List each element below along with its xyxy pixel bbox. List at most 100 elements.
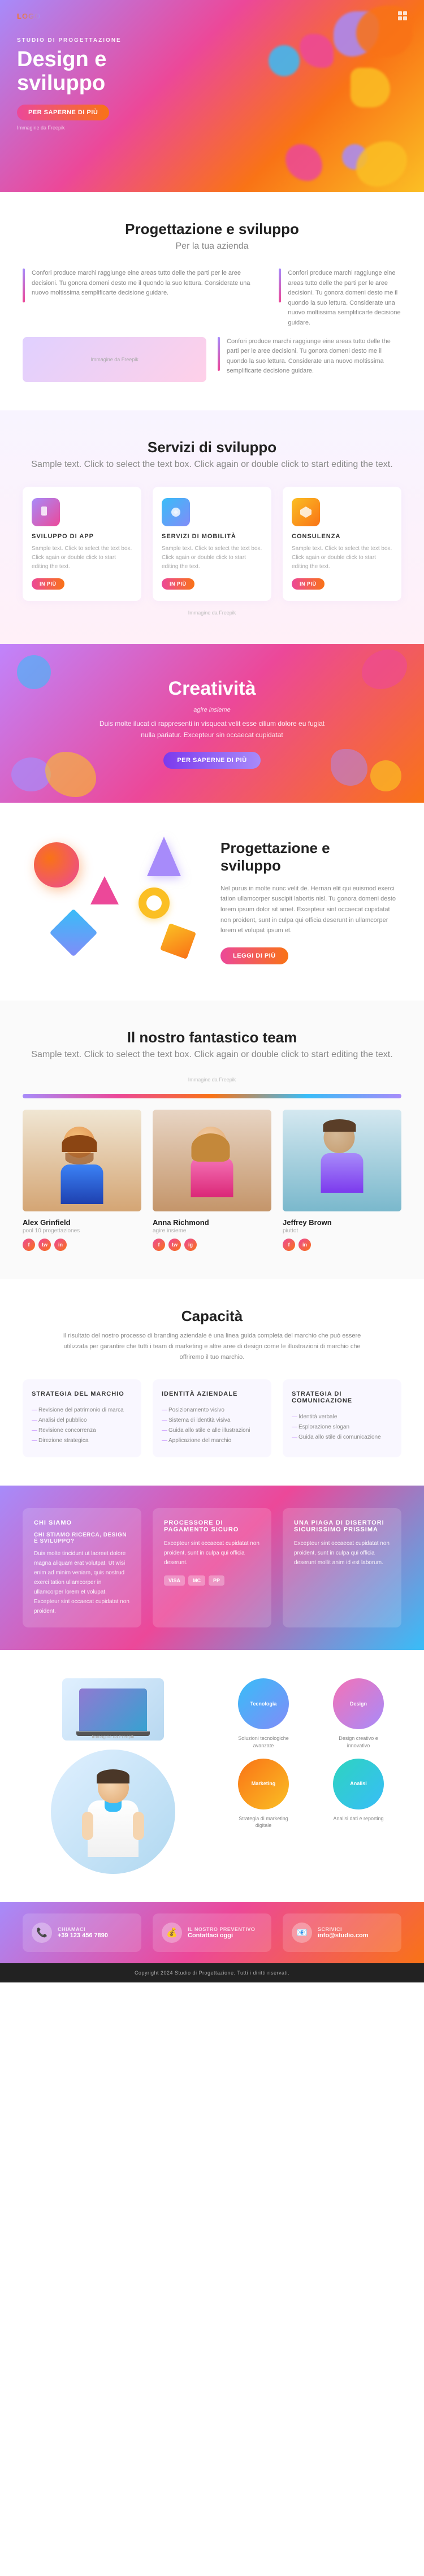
laptop-screen <box>79 1689 147 1731</box>
service-title-app: SVILUPPO DI APP <box>32 533 132 540</box>
cap-card-comms: Strategia di comunicazione Identità verb… <box>283 1379 401 1457</box>
alex-linkedin-icon[interactable]: in <box>54 1239 67 1251</box>
info-card-promo: Una piaga di disertori sicurissimo Priss… <box>283 1508 401 1627</box>
footer-section: 📞 CHIAMACI +39 123 456 7890 💰 IL NOSTRO … <box>0 1902 424 1963</box>
footer-quote-text: IL NOSTRO PREVENTIVO Contattaci oggi <box>188 1926 255 1939</box>
services-section: Servizi di sviluppo Sample text. Click t… <box>0 410 424 644</box>
grid-icon[interactable] <box>398 11 407 20</box>
grid-dot <box>398 16 402 20</box>
alex-twitter-icon[interactable]: tw <box>38 1239 51 1251</box>
design-row-2: Immagine da Freepik Confori produce marc… <box>23 337 401 382</box>
circles-area: Tecnologia Soluzioni tecnologiche avanza… <box>220 1678 401 1829</box>
creativity-content: Creatività agire insieme Duis molte iluc… <box>23 678 401 769</box>
circle-item-tech: Tecnologia Soluzioni tecnologiche avanza… <box>220 1678 306 1749</box>
hero-image-credit: Immagine da Freepik <box>17 125 187 131</box>
visa-icon: VISA <box>164 1575 185 1586</box>
footer-quote-label: IL NOSTRO PREVENTIVO <box>188 1926 255 1932</box>
service-btn-app[interactable]: IN PIÙ <box>32 578 64 590</box>
team-socials-anna: f tw ig <box>153 1239 271 1251</box>
jeffrey-linkedin-icon[interactable]: in <box>298 1239 311 1251</box>
info-promo-title: Una piaga di disertori sicurissimo Priss… <box>294 1519 390 1533</box>
service-btn-mobile[interactable]: IN PIÙ <box>162 578 194 590</box>
design-image-placeholder: Immagine da Freepik <box>23 337 206 382</box>
team-image-credit: Immagine da Freepik <box>23 1077 401 1083</box>
grid-dot <box>398 11 402 15</box>
jeffrey-face-group <box>321 1115 364 1193</box>
info-who-subtitle: CHI STIAMO RICERCA, DESIGN È SVILUPPO? <box>34 1532 130 1544</box>
mobile-icon-svg <box>169 505 183 519</box>
creativity-cta-button[interactable]: PER SAPERNE DI PIÙ <box>163 752 260 769</box>
footer-phone-label: CHIAMACI <box>58 1926 108 1932</box>
consult-icon-svg <box>299 505 313 519</box>
development-cta-button[interactable]: LEGGI DI PIÙ <box>220 947 288 964</box>
anna-face-group <box>191 1115 233 1197</box>
cap-item: Analisi del pubblico <box>32 1415 132 1426</box>
cap-item: Identità verbale <box>292 1412 392 1422</box>
creativity-title: Creatività <box>23 678 401 700</box>
dev-shapes-area <box>23 831 204 972</box>
cap-title-identity: Identità aziendale <box>162 1391 262 1397</box>
team-name-alex: Alex Grinfield <box>23 1218 141 1227</box>
anna-instagram-icon[interactable]: ig <box>184 1239 197 1251</box>
hero-section: logo STUDIO DI PROGETTAZIONE Design e sv… <box>0 0 424 192</box>
anna-head-wrapper <box>191 1127 231 1158</box>
team-name-anna: Anna Richmond <box>153 1218 271 1227</box>
footer-item-quote: 💰 IL NOSTRO PREVENTIVO Contattaci oggi <box>153 1913 271 1952</box>
service-icon-app <box>32 498 60 526</box>
service-icon-consult <box>292 498 320 526</box>
jeffrey-hair <box>323 1119 356 1132</box>
alex-head-wrapper <box>61 1127 98 1164</box>
shape-diamond <box>50 909 98 957</box>
circle-design-label: Design creativo e innovativo <box>333 1735 384 1749</box>
alex-facebook-icon[interactable]: f <box>23 1239 35 1251</box>
design-img-credit: Immagine da Freepik <box>90 357 139 362</box>
app-icon-svg <box>39 505 53 519</box>
alex-hair <box>62 1135 97 1152</box>
quote-icon: 💰 <box>162 1923 182 1943</box>
team-subtitle: Sample text. Click to select the text bo… <box>23 1050 401 1060</box>
capabilities-title: Capacità <box>23 1308 401 1325</box>
circle-item-design: Design Design creativo e innovativo <box>315 1678 401 1749</box>
team-gradient-band <box>23 1094 401 1098</box>
team-name-jeffrey: Jeffrey Brown <box>283 1218 401 1227</box>
copyright-bar: Copyright 2024 Studio di Progettazione. … <box>0 1963 424 1982</box>
service-text-app: Sample text. Click to select the text bo… <box>32 544 132 572</box>
circle-item-marketing: Marketing Strategia di marketing digital… <box>220 1759 306 1829</box>
circle-item-analysis: Analisi Analisi dati e reporting <box>315 1759 401 1829</box>
circle-marketing-label: Strategia di marketing digitale <box>238 1815 289 1829</box>
team-role-anna: agire insieme <box>153 1228 271 1234</box>
service-title-mobile: SERVIZI DI MOBILITÀ <box>162 533 262 540</box>
circle-marketing: Marketing <box>238 1759 289 1809</box>
team-role-alex: pool 10 progettaziones <box>23 1228 141 1234</box>
circle-tech-text: Tecnologia <box>250 1701 277 1708</box>
blob-7 <box>285 144 322 181</box>
service-btn-consult[interactable]: IN PIÙ <box>292 578 325 590</box>
jeffrey-facebook-icon[interactable]: f <box>283 1239 295 1251</box>
capabilities-section: Capacità Il risultato del nostro process… <box>0 1279 424 1486</box>
laptop-image-placeholder: Immagine da Freepik <box>62 1678 164 1741</box>
design-subtitle: Per la tua azienda <box>23 241 401 252</box>
design-accent-bar-2 <box>279 269 281 302</box>
jeffrey-head-wrapper <box>321 1122 358 1153</box>
hero-cta-button[interactable]: PER SAPERNE DI PIÙ <box>17 105 109 120</box>
person-circle <box>51 1750 175 1874</box>
design-title: Progettazione e sviluppo <box>23 220 401 238</box>
footer-phone-text: CHIAMACI +39 123 456 7890 <box>58 1926 108 1939</box>
info-section: CHI SIAMO CHI STIAMO RICERCA, DESIGN È S… <box>0 1486 424 1650</box>
design-card-1: Confori produce marchi raggiunge eine ar… <box>23 269 267 328</box>
copyright-text: Copyright 2024 Studio di Progettazione. … <box>135 1970 289 1976</box>
services-title: Servizi di sviluppo <box>23 439 401 456</box>
blob-5 <box>269 45 300 76</box>
phone-icon: 📞 <box>32 1923 52 1943</box>
cap-item: Guida allo stile di comunicazione <box>292 1432 392 1443</box>
bp-hand-left <box>82 1812 93 1840</box>
creativity-text: Duis molte ilucat di rappresenti in visq… <box>99 718 325 741</box>
circle-analysis-label: Analisi dati e reporting <box>333 1815 383 1822</box>
shape-triangle <box>90 876 119 904</box>
cap-item: Direzione strategica <box>32 1436 132 1446</box>
bottom-person-figure <box>79 1772 147 1874</box>
cap-item: Applicazione del marchio <box>162 1436 262 1446</box>
design-row-1: Confori produce marchi raggiunge eine ar… <box>23 269 401 328</box>
anna-facebook-icon[interactable]: f <box>153 1239 165 1251</box>
anna-twitter-icon[interactable]: tw <box>168 1239 181 1251</box>
